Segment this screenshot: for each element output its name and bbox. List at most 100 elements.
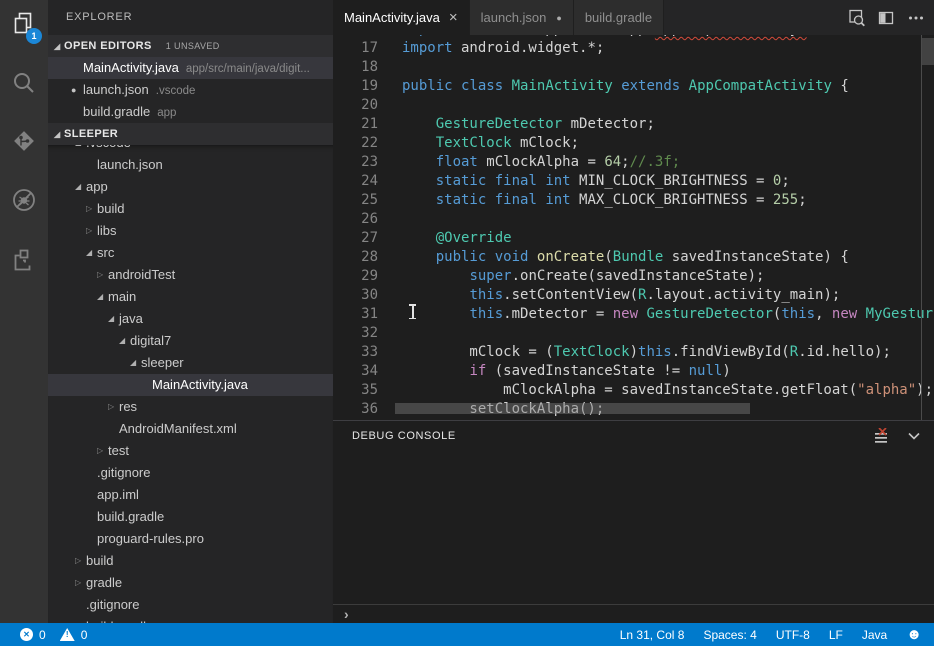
tree-item[interactable]: launch.json — [48, 154, 333, 176]
code-line: 19public class MainActivity extends AppC… — [333, 77, 934, 96]
line-number: 17 — [333, 39, 378, 58]
errors-icon — [20, 628, 33, 641]
line-number: 24 — [333, 172, 378, 191]
code-text: public class MainActivity extends AppCom… — [402, 78, 849, 94]
feedback-smiley-icon[interactable]: ☻ — [906, 627, 922, 642]
tree-item[interactable]: ◢digital7 — [48, 330, 333, 352]
tree-item[interactable]: ◢java — [48, 308, 333, 330]
line-number: 35 — [333, 381, 378, 400]
folder-section-label: SLEEPER — [64, 128, 118, 140]
tab-debug-console[interactable]: DEBUG CONSOLE — [333, 430, 456, 442]
open-editor-item[interactable]: MainActivity.javaapp/src/main/java/digit… — [48, 57, 333, 79]
code-editor[interactable]: 16import android.support.v7.app.AppCompa… — [333, 35, 934, 420]
code-line: 28 public void onCreate(Bundle savedInst… — [333, 248, 934, 267]
code-line: 24 static final int MIN_CLOCK_BRIGHTNESS… — [333, 172, 934, 191]
tree-item[interactable]: ▷build — [48, 550, 333, 572]
code-line: 21 GestureDetector mDetector; — [333, 115, 934, 134]
split-editor-button[interactable] — [876, 8, 896, 28]
tab-build.gradle[interactable]: build.gradle — [574, 0, 664, 35]
twisty-expanded-icon: ◢ — [108, 308, 119, 330]
tree-item-label: launch.json — [97, 154, 163, 176]
status-item[interactable]: Spaces: 4 — [703, 628, 756, 642]
tree-item[interactable]: ▷libs — [48, 220, 333, 242]
clear-console-icon — [874, 428, 891, 444]
open-editor-item[interactable]: ●launch.json.vscode — [48, 79, 333, 101]
debug-button[interactable] — [0, 176, 48, 224]
editor-actions — [846, 0, 926, 35]
folder-section-header[interactable]: ◢ SLEEPER — [48, 123, 333, 145]
twisty-expanded-icon: ◢ — [97, 286, 108, 308]
chevron-down-icon — [905, 427, 923, 445]
status-bar-right: Ln 31, Col 8 Spaces: 4 UTF-8 LF Java ☻ — [620, 627, 934, 642]
file-tree: ◢.vscodelaunch.json◢app▷build▷libs◢src▷a… — [48, 145, 333, 623]
tree-item[interactable]: .gitignore — [48, 462, 333, 484]
tree-item[interactable]: .gitignore — [48, 594, 333, 616]
twisty-expanded-icon: ◢ — [130, 352, 141, 374]
tree-item[interactable]: ◢sleeper — [48, 352, 333, 374]
status-item[interactable]: UTF-8 — [776, 628, 810, 642]
code-line: 18 — [333, 58, 934, 77]
open-editors-header[interactable]: ◢ OPEN EDITORS 1 UNSAVED — [48, 35, 333, 57]
explorer-button[interactable]: 1 — [0, 0, 48, 48]
tree-item[interactable]: build.gradle — [48, 616, 333, 623]
extensions-button[interactable] — [0, 236, 48, 284]
problems-status[interactable]: 0 0 — [0, 628, 87, 642]
source-control-button[interactable] — [0, 117, 48, 165]
tree-item[interactable]: app.iml — [48, 484, 333, 506]
open-preview-button[interactable] — [846, 8, 866, 28]
search-icon — [10, 70, 38, 98]
code-text: super.onCreate(savedInstanceState); — [402, 268, 764, 284]
tree-item[interactable]: ◢.vscode — [48, 145, 333, 154]
status-item[interactable]: Java — [862, 628, 887, 642]
clear-console-button[interactable] — [872, 426, 892, 446]
debug-console-input[interactable]: › — [333, 604, 934, 623]
open-editor-description: app/src/main/java/digit... — [186, 63, 310, 75]
tree-item[interactable]: MainActivity.java — [48, 374, 333, 396]
open-editor-item[interactable]: build.gradleapp — [48, 101, 333, 123]
tree-item-label: res — [119, 396, 137, 418]
code-text: GestureDetector mDetector; — [402, 116, 655, 132]
code-line: 26 — [333, 210, 934, 229]
tree-item-label: AndroidManifest.xml — [119, 418, 237, 440]
tab-MainActivity.java[interactable]: MainActivity.java× — [333, 0, 470, 35]
tree-item[interactable]: proguard-rules.pro — [48, 528, 333, 550]
code-text: @Override — [402, 230, 512, 246]
tree-item[interactable]: ◢main — [48, 286, 333, 308]
more-actions-button[interactable] — [906, 8, 926, 28]
search-button[interactable] — [0, 60, 48, 108]
tree-item[interactable]: build.gradle — [48, 506, 333, 528]
status-item[interactable]: Ln 31, Col 8 — [620, 628, 685, 642]
tab-launch.json[interactable]: launch.json● — [470, 0, 574, 35]
tree-item[interactable]: ▷test — [48, 440, 333, 462]
tree-item[interactable]: AndroidManifest.xml — [48, 418, 333, 440]
code-text: this.mDetector = new GestureDetector(thi… — [402, 306, 934, 322]
tree-item-label: build.gradle — [97, 506, 164, 528]
debug-icon — [9, 185, 39, 215]
code-text: static final int MIN_CLOCK_BRIGHTNESS = … — [402, 173, 790, 189]
line-number: 18 — [333, 58, 378, 77]
vscode-window: 1 — [0, 0, 934, 646]
tree-item-label: .gitignore — [86, 594, 139, 616]
horizontal-scrollbar-thumb[interactable] — [395, 403, 750, 414]
tree-item[interactable]: ▷androidTest — [48, 264, 333, 286]
tree-item[interactable]: ▷gradle — [48, 572, 333, 594]
line-number: 25 — [333, 191, 378, 210]
code-line: 20 — [333, 96, 934, 115]
code-line: 17import android.widget.*; — [333, 39, 934, 58]
tree-item[interactable]: ◢src — [48, 242, 333, 264]
close-panel-button[interactable] — [904, 426, 924, 446]
unsaved-badge: 1 UNSAVED — [166, 41, 220, 51]
tab-bar: MainActivity.java×launch.json●build.grad… — [333, 0, 934, 35]
tree-item[interactable]: ▷build — [48, 198, 333, 220]
code-text: if (savedInstanceState != null) — [402, 363, 731, 379]
vertical-scrollbar-thumb[interactable] — [922, 38, 934, 65]
open-editor-description: app — [157, 107, 176, 119]
code-line: 31 this.mDetector = new GestureDetector(… — [333, 305, 934, 324]
tree-item[interactable]: ◢app — [48, 176, 333, 198]
close-icon[interactable]: × — [449, 10, 458, 25]
tree-item-label: MainActivity.java — [152, 374, 248, 396]
preview-icon — [847, 8, 866, 27]
status-item[interactable]: LF — [829, 628, 843, 642]
tree-item[interactable]: ▷res — [48, 396, 333, 418]
tree-item-label: sleeper — [141, 352, 184, 374]
